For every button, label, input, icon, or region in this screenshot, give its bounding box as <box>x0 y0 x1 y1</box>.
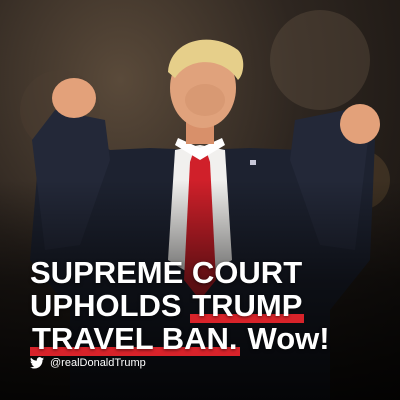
highlight-travel-ban: TRAVEL BAN. <box>30 321 240 356</box>
headline-line-1: SUPREME COURT <box>30 256 390 289</box>
headline-line-3: TRAVEL BAN. Wow! <box>30 321 390 356</box>
headline-text-1: SUPREME COURT <box>30 255 303 290</box>
twitter-bird-icon <box>30 357 44 369</box>
headline-line-2: UPHOLDS TRUMP <box>30 288 390 323</box>
headline-wow: Wow! <box>247 321 330 356</box>
quote-card: SUPREME COURT UPHOLDS TRUMP TRAVEL BAN. W… <box>0 0 400 400</box>
headline-text-2: UPHOLDS <box>30 288 191 323</box>
twitter-handle: @realDonaldTrump <box>50 357 146 369</box>
highlight-trump: TRUMP <box>190 288 305 323</box>
twitter-credit: @realDonaldTrump <box>30 355 146 371</box>
headline: SUPREME COURT UPHOLDS TRUMP TRAVEL BAN. W… <box>30 256 390 356</box>
